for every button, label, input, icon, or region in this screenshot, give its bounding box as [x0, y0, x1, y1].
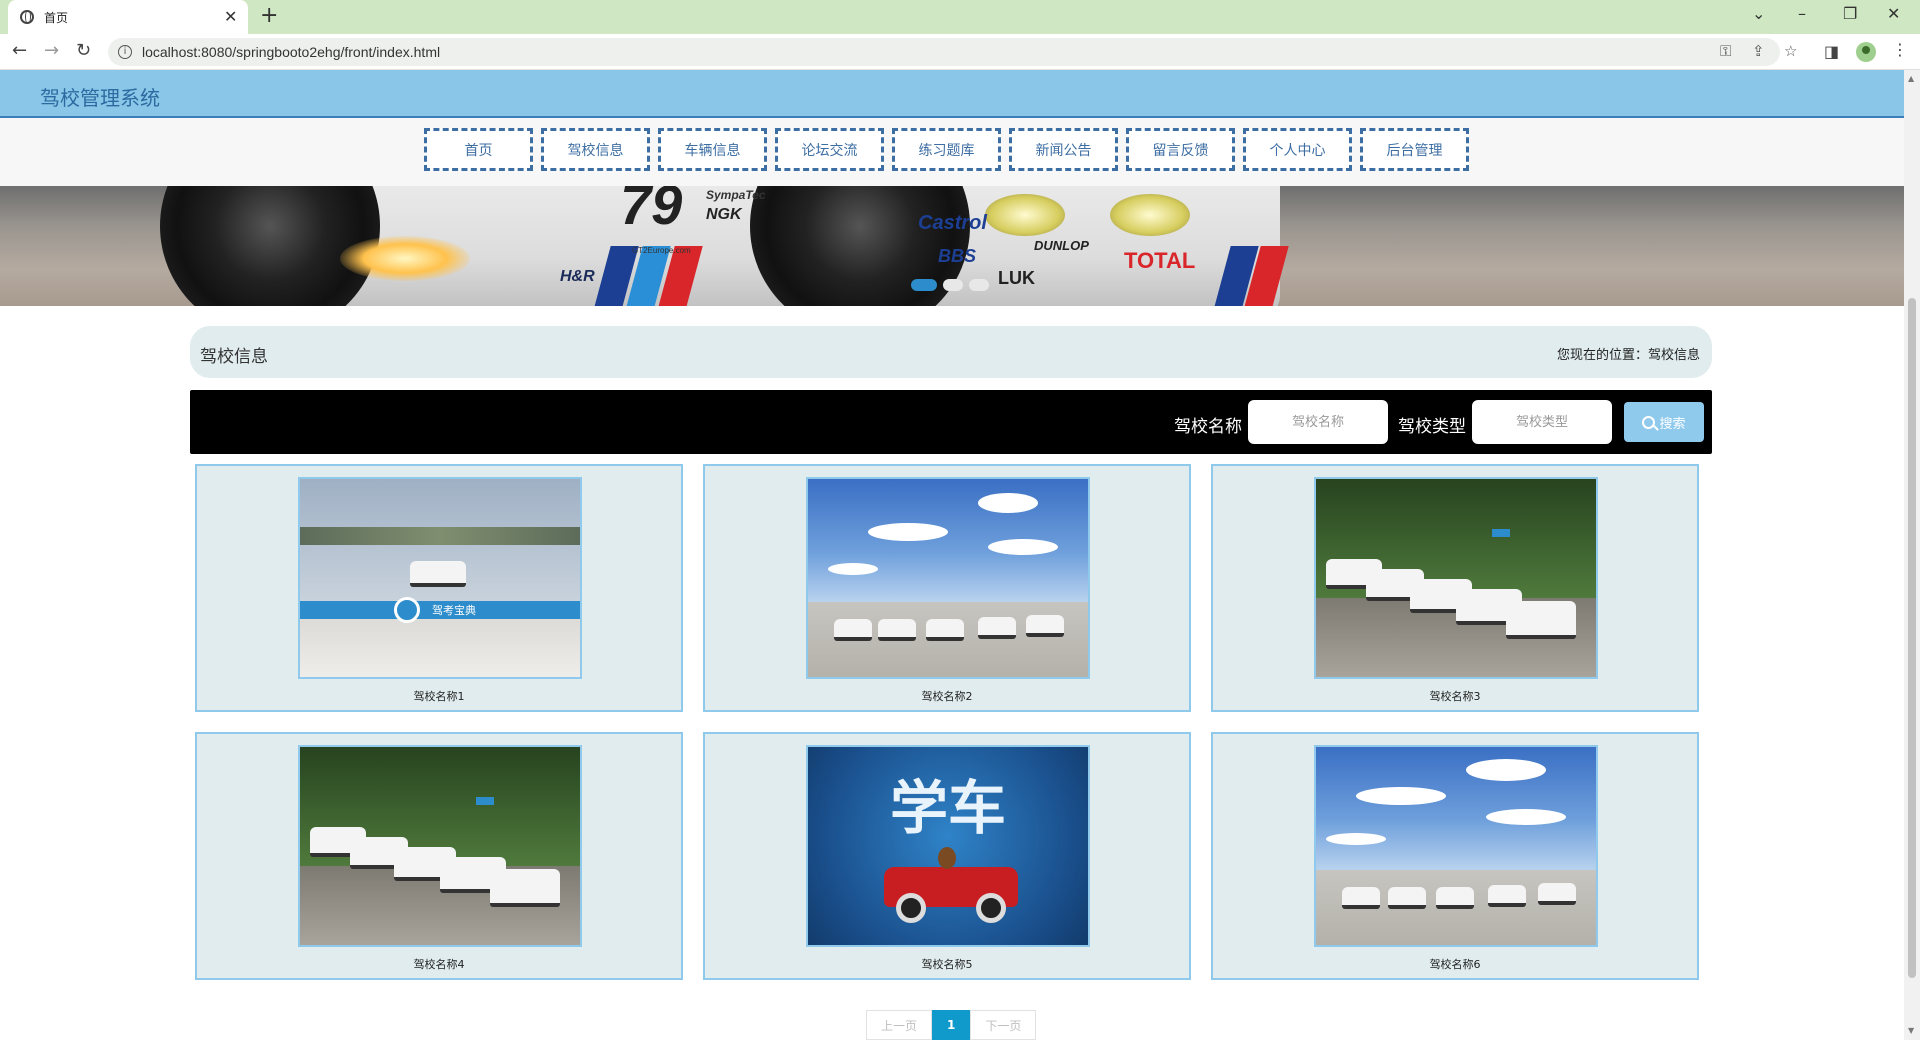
school-image[interactable]	[806, 477, 1090, 679]
restore-icon[interactable]: ❐	[1843, 4, 1857, 23]
menu-kebab-icon[interactable]: ⋮	[1892, 40, 1908, 59]
globe-icon	[20, 10, 34, 24]
side-panel-icon[interactable]: ◨	[1824, 42, 1839, 61]
url-text: localhost:8080/springbooto2ehg/front/ind…	[142, 44, 441, 60]
school-card[interactable]: 驾校名称6	[1211, 732, 1699, 980]
school-image[interactable]	[1314, 745, 1598, 947]
forward-icon[interactable]: →	[44, 40, 59, 61]
address-bar[interactable]: i localhost:8080/springbooto2ehg/front/i…	[108, 38, 1797, 66]
browser-tab[interactable]: 首页 ✕	[8, 0, 248, 34]
car-headlight-left	[985, 194, 1065, 236]
carousel-dot-2[interactable]	[943, 279, 963, 291]
sponsor-total: TOTAL	[1124, 248, 1196, 273]
site-header: 驾校管理系统	[0, 70, 1904, 118]
browser-tab-strip: 首页 ✕ + ⌄ – ❐ ✕	[0, 0, 1920, 34]
sponsor-ngk: NGK	[706, 206, 742, 223]
school-name-label: 驾校名称	[1174, 417, 1242, 437]
school-card[interactable]: 驾校名称2	[703, 464, 1191, 712]
sponsor-bbs: BBS	[938, 246, 977, 266]
carousel-indicators	[911, 279, 989, 291]
tab-search-icon[interactable]: ⌄	[1752, 4, 1765, 23]
sponsor-castrol: Castrol	[918, 212, 987, 234]
school-name-input[interactable]	[1248, 400, 1388, 444]
scroll-thumb[interactable]	[1908, 298, 1916, 978]
school-card[interactable]: 学车 驾校名称5	[703, 732, 1191, 980]
profile-avatar-icon[interactable]	[1856, 42, 1876, 62]
school-type-label: 驾校类型	[1398, 417, 1466, 437]
school-card[interactable]: 驾校名称3	[1211, 464, 1699, 712]
nav-item-personal-center[interactable]: 个人中心	[1243, 128, 1352, 171]
carousel-dot-3[interactable]	[969, 279, 989, 291]
sponsor-dunlop: DUNLOP	[1034, 238, 1089, 253]
carousel-dot-1[interactable]	[911, 279, 937, 291]
sponsor-luk: LUK	[998, 268, 1035, 288]
prev-page-button[interactable]: 上一页	[866, 1010, 933, 1040]
pagination: 上一页 1 下一页	[866, 1010, 1037, 1040]
car-number: 79	[620, 186, 683, 236]
site-title[interactable]: 驾校管理系统	[40, 82, 160, 111]
section-title: 驾校信息	[200, 347, 268, 367]
sponsor-gt2europe: GT2Europe.com	[632, 246, 691, 255]
scroll-up-icon[interactable]: ▲	[1908, 74, 1914, 83]
search-icon	[1642, 415, 1656, 429]
school-image[interactable]: 学车	[806, 745, 1090, 947]
school-card[interactable]: 驾考宝典 驾校名称1	[195, 464, 683, 712]
site-info-icon[interactable]: i	[118, 45, 132, 59]
page-number-button[interactable]: 1	[932, 1010, 971, 1040]
school-image[interactable]: 驾考宝典	[298, 477, 582, 679]
back-icon[interactable]: ←	[12, 40, 27, 61]
image-caption: 驾考宝典	[432, 604, 476, 617]
page-scrollbar[interactable]: ▲ ▼	[1904, 70, 1920, 1040]
school-card[interactable]: 驾校名称4	[195, 732, 683, 980]
nav-item-forum[interactable]: 论坛交流	[775, 128, 884, 171]
school-name[interactable]: 驾校名称3	[1213, 688, 1697, 704]
nav-item-school-info[interactable]: 驾校信息	[541, 128, 650, 171]
minimize-icon[interactable]: –	[1798, 4, 1806, 23]
share-icon[interactable]: ⇪	[1752, 42, 1765, 60]
search-button[interactable]: 搜索	[1624, 402, 1704, 442]
nav-item-vehicle-info[interactable]: 车辆信息	[658, 128, 767, 171]
school-name[interactable]: 驾校名称5	[705, 956, 1189, 972]
school-image[interactable]	[298, 745, 582, 947]
nav-item-question-bank[interactable]: 练习题库	[892, 128, 1001, 171]
image-caption: 学车	[889, 774, 1006, 842]
nav-item-feedback[interactable]: 留言反馈	[1126, 128, 1235, 171]
sponsor-sympatec: SympaTec	[706, 188, 766, 202]
nav-item-admin[interactable]: 后台管理	[1360, 128, 1469, 171]
sponsor-hr: H&R	[560, 268, 595, 285]
exhaust-flame	[340, 236, 470, 281]
car-rear-wheel	[160, 186, 380, 306]
main-nav: 首页 驾校信息 车辆信息 论坛交流 练习题库 新闻公告 留言反馈 个人中心 后台…	[0, 118, 1904, 186]
browser-toolbar: ← → ↻ i localhost:8080/springbooto2ehg/f…	[0, 34, 1920, 70]
search-button-label: 搜索	[1659, 416, 1686, 432]
banner-carousel[interactable]: 79 SympaTec NGK GT2Europe.com H&R Castro…	[0, 186, 1904, 306]
new-tab-icon[interactable]: +	[260, 3, 278, 28]
school-name[interactable]: 驾校名称4	[197, 956, 681, 972]
nav-item-news[interactable]: 新闻公告	[1009, 128, 1118, 171]
school-image[interactable]	[1314, 477, 1598, 679]
car-headlight-right	[1110, 194, 1190, 236]
bookmark-star-icon[interactable]: ☆	[1784, 42, 1797, 60]
school-type-input[interactable]	[1472, 400, 1612, 444]
key-icon[interactable]: ⚿	[1720, 42, 1731, 60]
school-name[interactable]: 驾校名称6	[1213, 956, 1697, 972]
section-header: 驾校信息 您现在的位置：驾校信息	[190, 326, 1712, 378]
nav-item-home[interactable]: 首页	[424, 128, 533, 171]
search-bar: 驾校名称 驾校类型 搜索	[190, 390, 1712, 454]
next-page-button[interactable]: 下一页	[970, 1010, 1037, 1040]
tab-title: 首页	[44, 11, 69, 25]
school-name[interactable]: 驾校名称2	[705, 688, 1189, 704]
school-name[interactable]: 驾校名称1	[197, 688, 681, 704]
close-window-icon[interactable]: ✕	[1887, 4, 1900, 23]
scroll-down-icon[interactable]: ▼	[1908, 1026, 1914, 1035]
reload-icon[interactable]: ↻	[76, 40, 91, 61]
close-tab-icon[interactable]: ✕	[224, 7, 237, 26]
page-viewport: 驾校管理系统 首页 驾校信息 车辆信息 论坛交流 练习题库 新闻公告 留言反馈 …	[0, 70, 1904, 1040]
breadcrumb: 您现在的位置：驾校信息	[1556, 348, 1700, 363]
